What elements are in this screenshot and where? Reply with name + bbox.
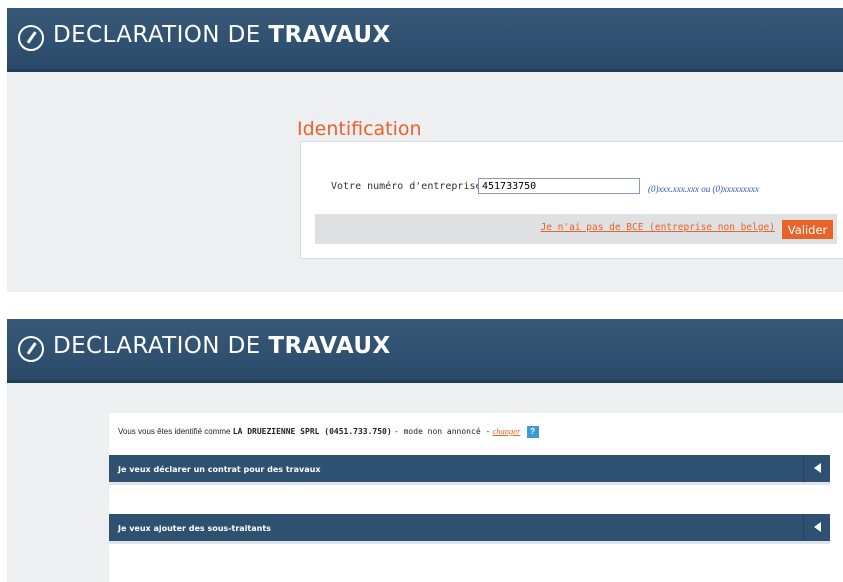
identity-prefix: Vous vous êtes identifié comme xyxy=(118,427,231,437)
section-label: Je veux ajouter des sous-traitants xyxy=(118,524,271,533)
change-link[interactable]: changer xyxy=(493,426,521,436)
header-divider xyxy=(7,69,843,72)
identification-heading: Identification xyxy=(297,118,422,140)
section-declare-contract[interactable]: Je veux déclarer un contrat pour des tra… xyxy=(109,455,830,485)
identity-status-line: Vous vous êtes identifié comme LA DRUEZI… xyxy=(118,426,539,438)
company-number-input[interactable] xyxy=(478,178,640,194)
expand-arrow-icon[interactable] xyxy=(803,514,830,541)
circle-slash-icon xyxy=(18,25,44,51)
mode-status: - mode non annoncé - xyxy=(393,427,491,437)
section-add-subcontractors[interactable]: Je veux ajouter des sous-traitants xyxy=(109,514,830,544)
company-name: LA DRUEZIENNE SPRL (0451.733.750) xyxy=(232,427,392,437)
circle-slash-icon xyxy=(18,336,44,362)
header-divider xyxy=(7,380,843,383)
dashboard-screen: DECLARATION DE TRAVAUX Vous vous êtes id… xyxy=(7,319,843,582)
form-action-bar: Je n'ai pas de BCE (entreprise non belge… xyxy=(315,214,837,244)
identification-form: Votre numéro d'entreprise (0)xxx.xxx.xxx… xyxy=(300,141,843,259)
company-number-hint: (0)xxx.xxx.xxx ou (0)xxxxxxxxx xyxy=(648,184,759,194)
company-number-label: Votre numéro d'entreprise xyxy=(331,181,482,192)
help-icon[interactable]: ? xyxy=(526,426,539,438)
section-label: Je veux déclarer un contrat pour des tra… xyxy=(118,465,321,474)
valider-button[interactable]: Valider xyxy=(782,220,833,239)
no-bce-link[interactable]: Je n'ai pas de BCE (entreprise non belge… xyxy=(541,222,776,233)
app-header: DECLARATION DE TRAVAUX xyxy=(7,8,843,72)
app-title: DECLARATION DE TRAVAUX xyxy=(53,22,391,48)
app-header: DECLARATION DE TRAVAUX xyxy=(7,319,843,383)
identification-screen: DECLARATION DE TRAVAUX Identification Vo… xyxy=(7,8,843,292)
app-title: DECLARATION DE TRAVAUX xyxy=(53,333,391,359)
expand-arrow-icon[interactable] xyxy=(803,455,830,482)
dashboard-content: Vous vous êtes identifié comme LA DRUEZI… xyxy=(109,413,843,582)
